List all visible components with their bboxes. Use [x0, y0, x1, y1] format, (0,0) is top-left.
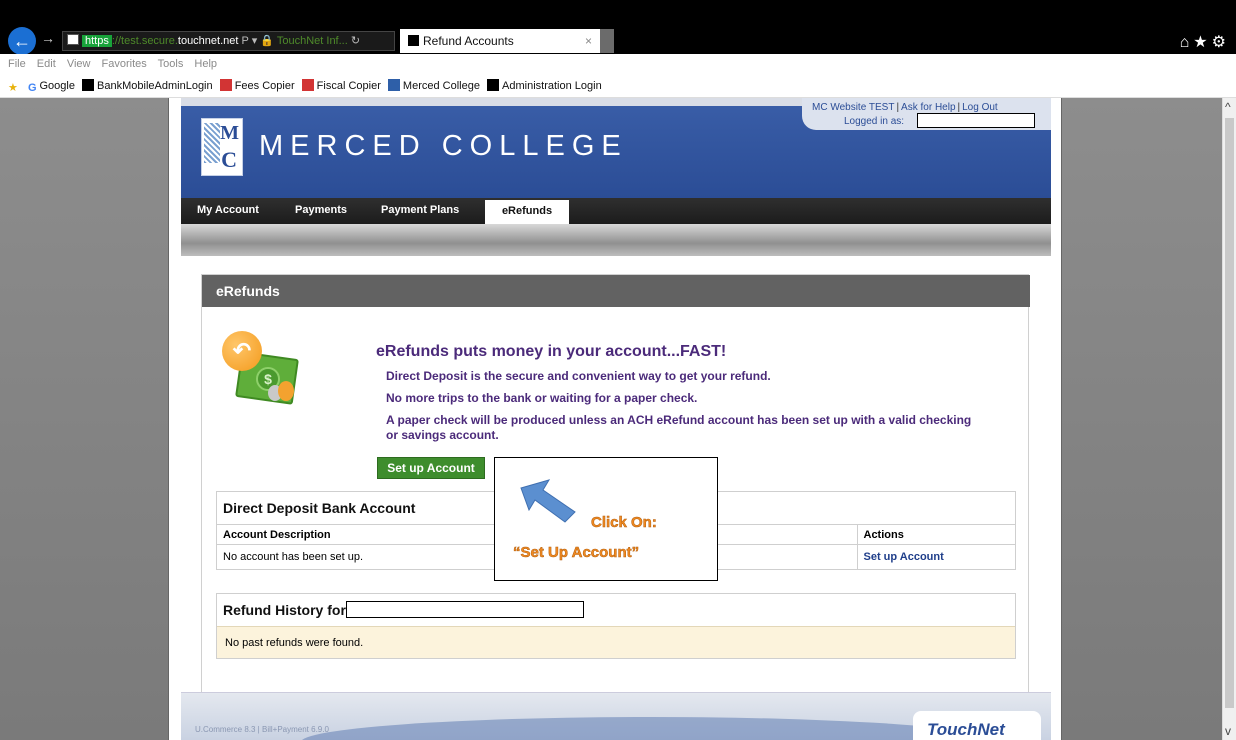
- browser-toolbar-icons[interactable]: ⌂★⚙: [1180, 32, 1230, 52]
- mc-website-link[interactable]: MC Website TEST: [812, 102, 894, 113]
- url-domain: touchnet.net: [177, 35, 239, 47]
- favorite-fees-copier[interactable]: Fees Copier: [219, 74, 295, 98]
- url-protocol: https: [82, 35, 112, 47]
- red-icon: [219, 79, 232, 91]
- site-icon: [67, 34, 79, 45]
- promo-line-1: Direct Deposit is the secure and conveni…: [386, 369, 771, 383]
- promo-line-2: No more trips to the bank or waiting for…: [386, 391, 698, 405]
- red-icon: [301, 79, 314, 91]
- site-header: M C MERCED COLLEGE MC Website TEST | Ask f…: [181, 98, 1051, 198]
- scroll-up-icon[interactable]: ^: [1225, 100, 1231, 114]
- set-up-account-button[interactable]: Set up Account: [377, 457, 485, 479]
- main-nav: My Account Payments Payment Plans eRefun…: [181, 198, 1051, 224]
- page-container: M C MERCED COLLEGE MC Website TEST | Ask f…: [168, 98, 1062, 740]
- refund-history-section: Refund History for No past refunds were …: [216, 593, 1016, 659]
- menu-bar: File Edit View Favorites Tools Help: [0, 54, 1236, 74]
- version-text: U.Commerce 8.3 | Bill+Payment 6.9.0: [195, 725, 329, 734]
- nav-payment-plans[interactable]: Payment Plans: [381, 204, 459, 216]
- tab-title: Refund Accounts: [423, 34, 514, 48]
- college-icon: [387, 79, 400, 91]
- close-tab-icon[interactable]: ×: [585, 29, 592, 53]
- callout-line-1: Click On:: [591, 514, 657, 532]
- menu-edit[interactable]: Edit: [37, 58, 56, 70]
- panel-title: eRefunds: [202, 275, 1030, 307]
- refund-money-icon: $ ↶: [222, 331, 322, 407]
- new-tab-button[interactable]: [600, 29, 614, 53]
- black-square-icon: [82, 79, 95, 91]
- utility-links: MC Website TEST | Ask for Help | Log Out Log…: [802, 98, 1051, 130]
- favorite-admin-login[interactable]: Administration Login: [487, 74, 602, 98]
- favorite-google[interactable]: G Google: [28, 74, 75, 98]
- tab-refund-accounts[interactable]: Refund Accounts ×: [400, 29, 610, 53]
- scroll-down-icon[interactable]: v: [1225, 724, 1231, 738]
- logged-in-label: Logged in as:: [844, 116, 905, 127]
- nav-erefunds[interactable]: eRefunds: [485, 200, 569, 224]
- promo-line-3: A paper check will be produced unless an…: [386, 413, 972, 442]
- no-refunds-message: No past refunds were found.: [217, 626, 1015, 658]
- address-bar[interactable]: https://test.secure.touchnet.net P ▾ 🔒 T…: [62, 31, 395, 51]
- ask-for-help-link[interactable]: Ask for Help: [901, 102, 955, 113]
- forward-arrow-icon[interactable]: →: [41, 30, 55, 46]
- log-out-link[interactable]: Log Out: [962, 102, 998, 113]
- menu-help[interactable]: Help: [194, 58, 217, 70]
- menu-favorites[interactable]: Favorites: [102, 58, 147, 70]
- black-square-icon: [487, 79, 500, 91]
- google-icon: G: [27, 82, 37, 94]
- menu-tools[interactable]: Tools: [158, 58, 184, 70]
- favorites-star-icon[interactable]: ★: [8, 74, 21, 98]
- callout-line-2: “Set Up Account”: [513, 544, 640, 562]
- college-name: MERCED COLLEGE: [259, 130, 628, 162]
- nav-payments[interactable]: Payments: [295, 204, 347, 216]
- tab-favicon-icon: [408, 35, 419, 46]
- scrollbar-thumb[interactable]: [1225, 118, 1234, 708]
- tree-icon: [204, 123, 220, 163]
- nav-my-account[interactable]: My Account: [197, 204, 259, 216]
- vertical-scrollbar[interactable]: ^ v: [1222, 98, 1236, 740]
- favorite-fiscal-copier[interactable]: Fiscal Copier: [301, 74, 381, 98]
- touchnet-logo: TouchNet: [913, 711, 1041, 740]
- favorite-merced-college[interactable]: Merced College: [387, 74, 480, 98]
- lock-icon: 🔒: [260, 35, 274, 47]
- pointer-arrow-icon: [520, 479, 576, 523]
- browser-chrome: ← → https://test.secure.touchnet.net P ▾…: [0, 0, 1236, 55]
- set-up-account-link[interactable]: Set up Account: [864, 551, 944, 563]
- search-dropdown-icon[interactable]: P ▾: [242, 35, 258, 47]
- column-actions: Actions: [856, 524, 1015, 545]
- site-identity[interactable]: TouchNet Inf...: [277, 35, 348, 47]
- refund-history-title: Refund History for: [217, 594, 1015, 626]
- redacted-student-name: [345, 601, 584, 618]
- url-prefix: ://test.secure.: [111, 35, 178, 47]
- menu-view[interactable]: View: [67, 58, 91, 70]
- back-arrow-icon[interactable]: ←: [8, 27, 36, 55]
- sub-nav-bar: [181, 224, 1051, 256]
- site-footer: U.Commerce 8.3 | Bill+Payment 6.9.0 Touc…: [181, 692, 1051, 740]
- redacted-username: [917, 113, 1035, 128]
- favorite-bankmobile[interactable]: BankMobileAdminLogin: [82, 74, 213, 98]
- refresh-icon[interactable]: ↻: [351, 35, 360, 47]
- instruction-callout: Click On: “Set Up Account”: [494, 457, 718, 581]
- menu-file[interactable]: File: [8, 58, 26, 70]
- promo-title: eRefunds puts money in your account...FA…: [376, 343, 727, 360]
- college-logo: M C: [201, 118, 243, 176]
- favorites-bar: ★ G Google BankMobileAdminLogin Fees Copi…: [0, 74, 1236, 98]
